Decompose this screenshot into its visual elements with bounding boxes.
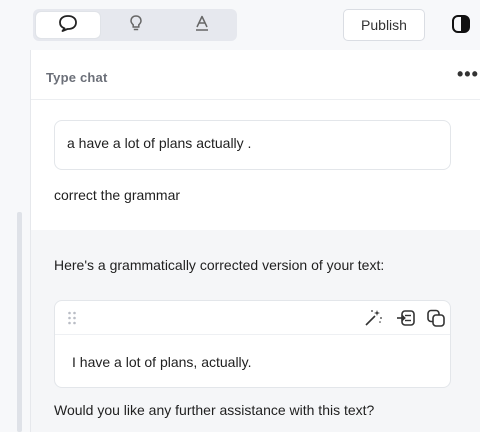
contrast-toggle-button[interactable] <box>446 13 476 39</box>
contrast-icon <box>451 14 471 39</box>
chat-mode-button[interactable] <box>36 12 100 38</box>
more-icon[interactable]: ••• <box>457 64 479 85</box>
chat-header: Type chat ••• <box>31 50 480 100</box>
copy-icon[interactable] <box>425 308 447 328</box>
text-style-icon <box>193 14 211 37</box>
assistant-response: Here's a grammatically corrected version… <box>31 230 480 432</box>
text-style-mode-button[interactable] <box>169 9 235 41</box>
ideas-mode-button[interactable] <box>103 9 169 41</box>
result-card-toolbar <box>55 301 450 335</box>
response-followup: Would you like any further assistance wi… <box>54 402 375 418</box>
scrollbar[interactable] <box>17 212 22 432</box>
result-card: I have a lot of plans, actually. <box>54 300 451 388</box>
drag-handle-icon[interactable] <box>67 310 77 331</box>
lightbulb-icon <box>128 14 144 37</box>
mode-switcher <box>33 9 237 41</box>
response-intro: Here's a grammatically corrected version… <box>54 257 385 273</box>
left-panel-edge <box>0 50 30 432</box>
chat-bubble-icon <box>58 14 78 37</box>
insert-icon[interactable] <box>395 308 417 328</box>
chat-title: Type chat <box>46 70 108 85</box>
publish-button[interactable]: Publish <box>343 9 425 41</box>
corrected-text: I have a lot of plans, actually. <box>72 354 252 370</box>
top-toolbar: Publish <box>0 0 480 50</box>
user-message: a have a lot of plans actually . <box>54 120 451 170</box>
magic-wand-icon[interactable] <box>362 308 384 328</box>
user-prompt: correct the grammar <box>54 187 181 203</box>
